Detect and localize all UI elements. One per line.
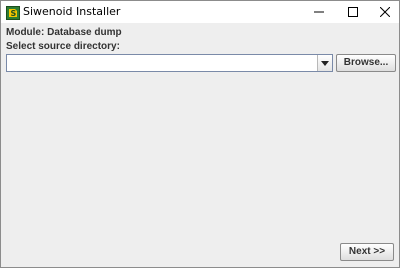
minimize-button[interactable]	[303, 1, 335, 23]
maximize-icon	[348, 7, 358, 17]
window-title: Siwenoid Installer	[23, 5, 121, 18]
installer-content: Module: Database dump Select source dire…	[1, 23, 399, 267]
chevron-down-icon	[321, 61, 329, 66]
combobox-dropdown-button[interactable]	[317, 55, 332, 71]
minimize-icon	[314, 11, 324, 13]
close-button[interactable]	[369, 1, 399, 23]
module-label: Module: Database dump	[6, 27, 122, 38]
browse-button[interactable]: Browse...	[336, 54, 396, 72]
svg-text:S: S	[11, 9, 17, 18]
maximize-button[interactable]	[337, 1, 369, 23]
installer-window: S Siwenoid Installer Module: Database du…	[0, 0, 400, 268]
installer-app-icon: S	[6, 5, 20, 20]
title-bar[interactable]: S Siwenoid Installer	[1, 1, 399, 23]
next-button[interactable]: Next >>	[340, 243, 394, 261]
select-source-label: Select source directory:	[6, 41, 120, 52]
close-icon	[380, 7, 390, 17]
source-directory-combobox[interactable]	[6, 54, 333, 72]
